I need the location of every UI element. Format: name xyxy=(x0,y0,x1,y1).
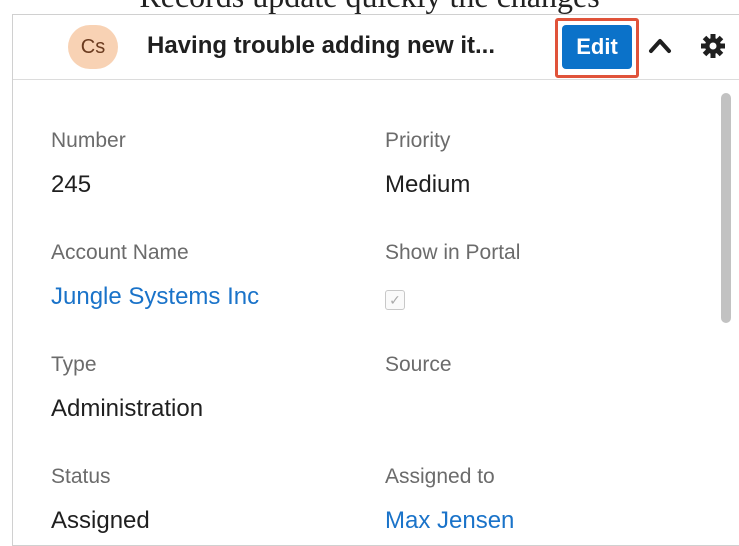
status-value: Assigned xyxy=(51,507,150,534)
source-label: Source xyxy=(385,353,452,376)
scrollbar-thumb[interactable] xyxy=(721,93,731,323)
number-label: Number xyxy=(51,129,126,152)
number-value: 245 xyxy=(51,171,92,198)
avatar: Cs xyxy=(68,25,118,69)
assigned-to-label: Assigned to xyxy=(385,465,495,488)
priority-label: Priority xyxy=(385,129,451,152)
edit-button[interactable]: Edit xyxy=(562,25,632,69)
type-label: Type xyxy=(51,353,97,376)
check-icon: ✓ xyxy=(389,292,401,308)
assigned-to-link[interactable]: Max Jensen xyxy=(385,507,514,535)
account-name-link[interactable]: Jungle Systems Inc xyxy=(51,283,259,311)
chevron-up-icon[interactable] xyxy=(645,29,675,63)
record-detail-panel: Cs Having trouble adding new it... Edit … xyxy=(12,14,739,546)
gear-icon[interactable] xyxy=(698,29,728,63)
show-in-portal-checkbox: ✓ xyxy=(385,290,405,310)
show-in-portal-label: Show in Portal xyxy=(385,241,521,264)
record-header: Cs Having trouble adding new it... Edit xyxy=(13,15,739,80)
record-title: Having trouble adding new it... xyxy=(147,32,496,59)
status-label: Status xyxy=(51,465,111,488)
account-name-label: Account Name xyxy=(51,241,189,264)
priority-value: Medium xyxy=(385,171,471,198)
type-value: Administration xyxy=(51,395,204,422)
